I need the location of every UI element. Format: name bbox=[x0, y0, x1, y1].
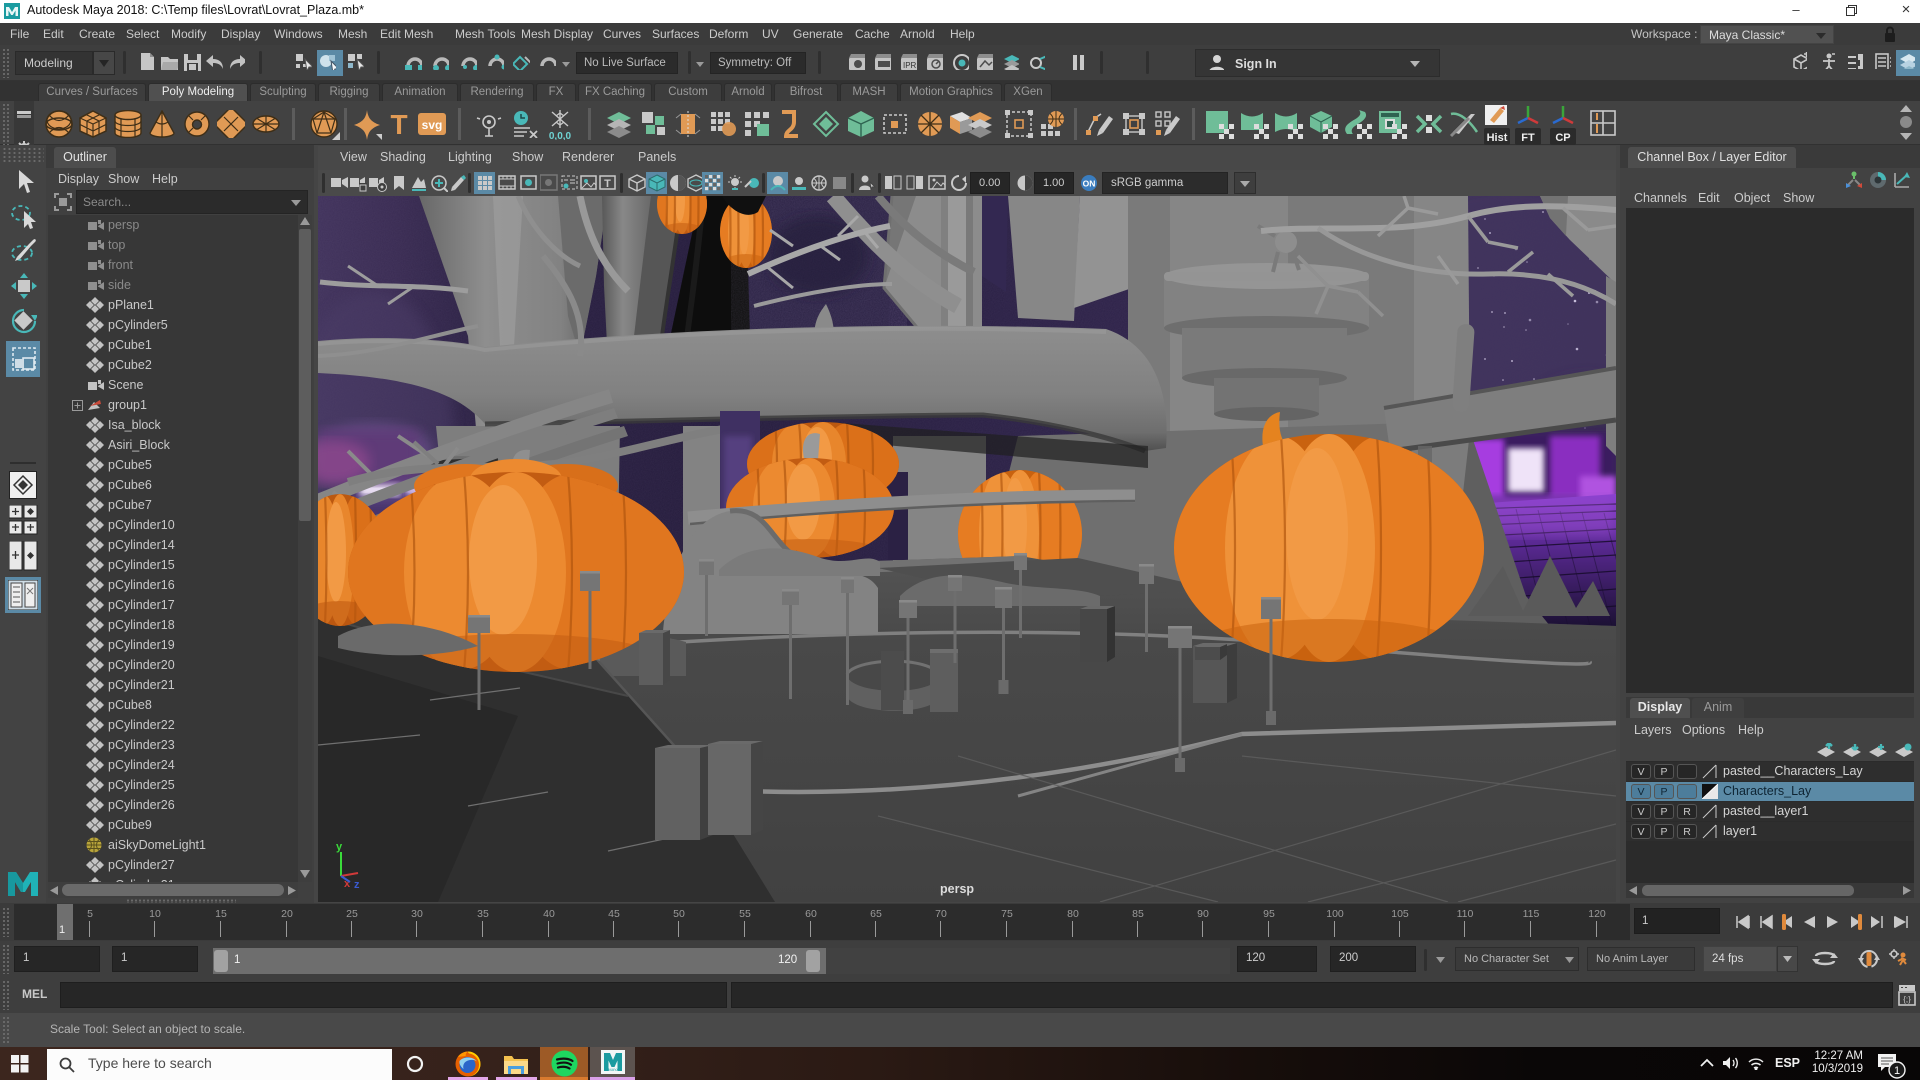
svg-text:T: T bbox=[604, 178, 611, 190]
svg-text:T: T bbox=[390, 110, 407, 138]
svg-text:ON: ON bbox=[1083, 179, 1096, 189]
svg-text:0,0,0: 0,0,0 bbox=[549, 131, 572, 140]
svg-text:persp: persp bbox=[940, 882, 974, 896]
svg-text:IPR: IPR bbox=[903, 61, 917, 70]
svg-text:FT: FT bbox=[1521, 132, 1535, 144]
svg-text:Hist: Hist bbox=[1487, 132, 1508, 144]
svg-text:z: z bbox=[354, 879, 360, 891]
svg-text:MAYA: MAYA bbox=[608, 1067, 619, 1072]
svg-text:svg: svg bbox=[422, 118, 443, 132]
svg-text:y: y bbox=[336, 841, 343, 853]
svg-text:CP: CP bbox=[1555, 132, 1570, 144]
svg-text:{;}: {;} bbox=[1903, 995, 1911, 1004]
svg-text:1: 1 bbox=[1894, 1065, 1900, 1077]
